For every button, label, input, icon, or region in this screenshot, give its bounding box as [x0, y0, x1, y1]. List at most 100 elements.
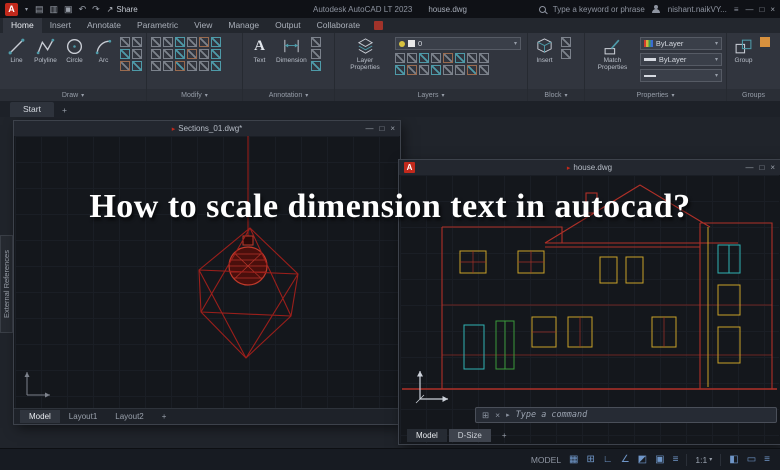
close-button[interactable]: ×: [390, 124, 395, 133]
open-file-icon[interactable]: ▥: [50, 4, 59, 14]
insert-tool[interactable]: Insert: [532, 37, 557, 64]
tool-icon[interactable]: [187, 49, 197, 59]
drawing-canvas[interactable]: [15, 136, 399, 408]
window-titlebar[interactable]: A ▸ house.dwg — □ ×: [399, 160, 780, 175]
tool-icon[interactable]: [419, 65, 429, 75]
ribbon-tab-manage[interactable]: Manage: [220, 18, 267, 33]
ribbon-tab-parametric[interactable]: Parametric: [129, 18, 186, 33]
osnap-icon[interactable]: ◩: [638, 454, 647, 465]
object-color-dropdown[interactable]: ByLayer ▾: [639, 37, 722, 50]
tool-icon[interactable]: [561, 37, 571, 47]
match-properties-tool[interactable]: Match Properties: [589, 37, 636, 72]
arc-tool[interactable]: Arc: [91, 37, 116, 64]
tool-icon[interactable]: [132, 49, 142, 59]
tool-icon[interactable]: [431, 53, 441, 63]
tool-icon[interactable]: [467, 65, 477, 75]
maximize-button[interactable]: □: [379, 124, 384, 133]
add-layout-button[interactable]: +: [493, 429, 516, 442]
file-tab-start[interactable]: Start: [10, 102, 54, 117]
tool-icon[interactable]: [120, 37, 130, 47]
user-name[interactable]: nishant.naikVY...: [668, 5, 727, 14]
tool-icon[interactable]: [187, 37, 197, 47]
layer-properties-tool[interactable]: Layer Properties: [339, 37, 391, 72]
line-tool[interactable]: Line: [4, 37, 29, 64]
tool-icon[interactable]: [443, 65, 453, 75]
customize-menu-icon[interactable]: ≡: [764, 454, 770, 465]
customize-icon[interactable]: ×: [495, 410, 500, 420]
lineweight-dropdown[interactable]: ByLayer ▾: [639, 53, 722, 66]
linetype-dropdown[interactable]: ▾: [639, 69, 722, 82]
keyboard-icon[interactable]: ⊞: [482, 410, 489, 421]
ribbon-tab-view[interactable]: View: [186, 18, 220, 33]
tool-icon[interactable]: [455, 65, 465, 75]
window-titlebar[interactable]: ▸ Sections_01.dwg* — □ ×: [14, 121, 400, 136]
polar-tracking-icon[interactable]: ∠: [621, 454, 630, 465]
snap-icon[interactable]: ⊞: [587, 454, 595, 465]
add-layout-button[interactable]: +: [153, 410, 176, 423]
ribbon-tab-insert[interactable]: Insert: [42, 18, 79, 33]
circle-tool[interactable]: Circle: [62, 37, 87, 64]
block-panel-label[interactable]: Block ▾: [528, 89, 584, 101]
ortho-icon[interactable]: ∟: [603, 454, 613, 465]
ribbon-tab-annotate[interactable]: Annotate: [79, 18, 129, 33]
ribbon-tab-collaborate[interactable]: Collaborate: [309, 18, 368, 33]
dimension-tool[interactable]: Dimension: [276, 37, 307, 64]
tool-icon[interactable]: [407, 53, 417, 63]
new-tab-button[interactable]: +: [57, 103, 72, 117]
model-space-button[interactable]: MODEL: [531, 455, 561, 465]
group-edit-icon[interactable]: [760, 37, 770, 47]
clean-screen-icon[interactable]: ▭: [747, 454, 756, 465]
tool-icon[interactable]: [419, 53, 429, 63]
tool-icon[interactable]: [132, 37, 142, 47]
autocad-logo-icon[interactable]: A: [5, 2, 18, 16]
dynamic-input-icon[interactable]: ≡: [673, 454, 679, 465]
command-input[interactable]: Type a command: [516, 410, 588, 420]
tool-icon[interactable]: [479, 53, 489, 63]
annotation-scale-button[interactable]: 1:1 ▾: [695, 455, 712, 465]
new-file-icon[interactable]: ▤: [35, 4, 44, 14]
tool-icon[interactable]: [199, 37, 209, 47]
save-icon[interactable]: ▣: [64, 4, 73, 14]
menu-icon[interactable]: ≡: [734, 5, 739, 14]
maximize-button[interactable]: □: [759, 5, 764, 14]
minimize-button[interactable]: —: [745, 5, 753, 14]
external-references-palette[interactable]: External References: [0, 235, 13, 333]
tool-icon[interactable]: [120, 49, 130, 59]
tool-icon[interactable]: [395, 53, 405, 63]
layout-tab-model[interactable]: Model: [20, 410, 60, 423]
tool-icon[interactable]: [151, 61, 161, 71]
tool-icon[interactable]: [175, 49, 185, 59]
ribbon-tab-home[interactable]: Home: [3, 18, 42, 33]
tool-icon[interactable]: [163, 61, 173, 71]
tool-icon[interactable]: [431, 65, 441, 75]
layers-panel-label[interactable]: Layers ▾: [335, 89, 527, 101]
layout-tab-layout1[interactable]: Layout1: [60, 410, 106, 423]
layer-select-dropdown[interactable]: 0 ▾: [395, 37, 521, 50]
tool-icon[interactable]: [151, 49, 161, 59]
tool-icon[interactable]: [199, 49, 209, 59]
search-icon[interactable]: [538, 5, 546, 13]
ribbon-tab-output[interactable]: Output: [267, 18, 309, 33]
polyline-tool[interactable]: Polyline: [33, 37, 58, 64]
tool-icon[interactable]: [163, 49, 173, 59]
minimize-button[interactable]: —: [365, 124, 373, 133]
properties-panel-label[interactable]: Properties ▾: [585, 89, 726, 101]
tool-icon[interactable]: [407, 65, 417, 75]
annotation-panel-label[interactable]: Annotation ▾: [243, 89, 334, 101]
tool-icon[interactable]: [120, 61, 130, 71]
tool-icon[interactable]: [561, 49, 571, 59]
tool-icon[interactable]: [211, 61, 221, 71]
user-avatar-icon[interactable]: [652, 4, 661, 14]
maximize-button[interactable]: □: [759, 163, 764, 172]
tool-icon[interactable]: [132, 61, 142, 71]
layout-tab-dsize[interactable]: D-Size: [448, 429, 491, 442]
chevron-down-icon[interactable]: ▾: [25, 6, 28, 13]
express-tools-icon[interactable]: [374, 21, 384, 30]
tool-icon[interactable]: [310, 49, 321, 59]
group-tool[interactable]: Group: [731, 37, 756, 64]
command-line[interactable]: ⊞ × ▸ Type a command: [475, 407, 777, 423]
modify-panel-label[interactable]: Modify ▾: [147, 89, 242, 101]
tool-icon[interactable]: [175, 37, 185, 47]
tool-icon[interactable]: [151, 37, 161, 47]
tool-icon[interactable]: [199, 61, 209, 71]
